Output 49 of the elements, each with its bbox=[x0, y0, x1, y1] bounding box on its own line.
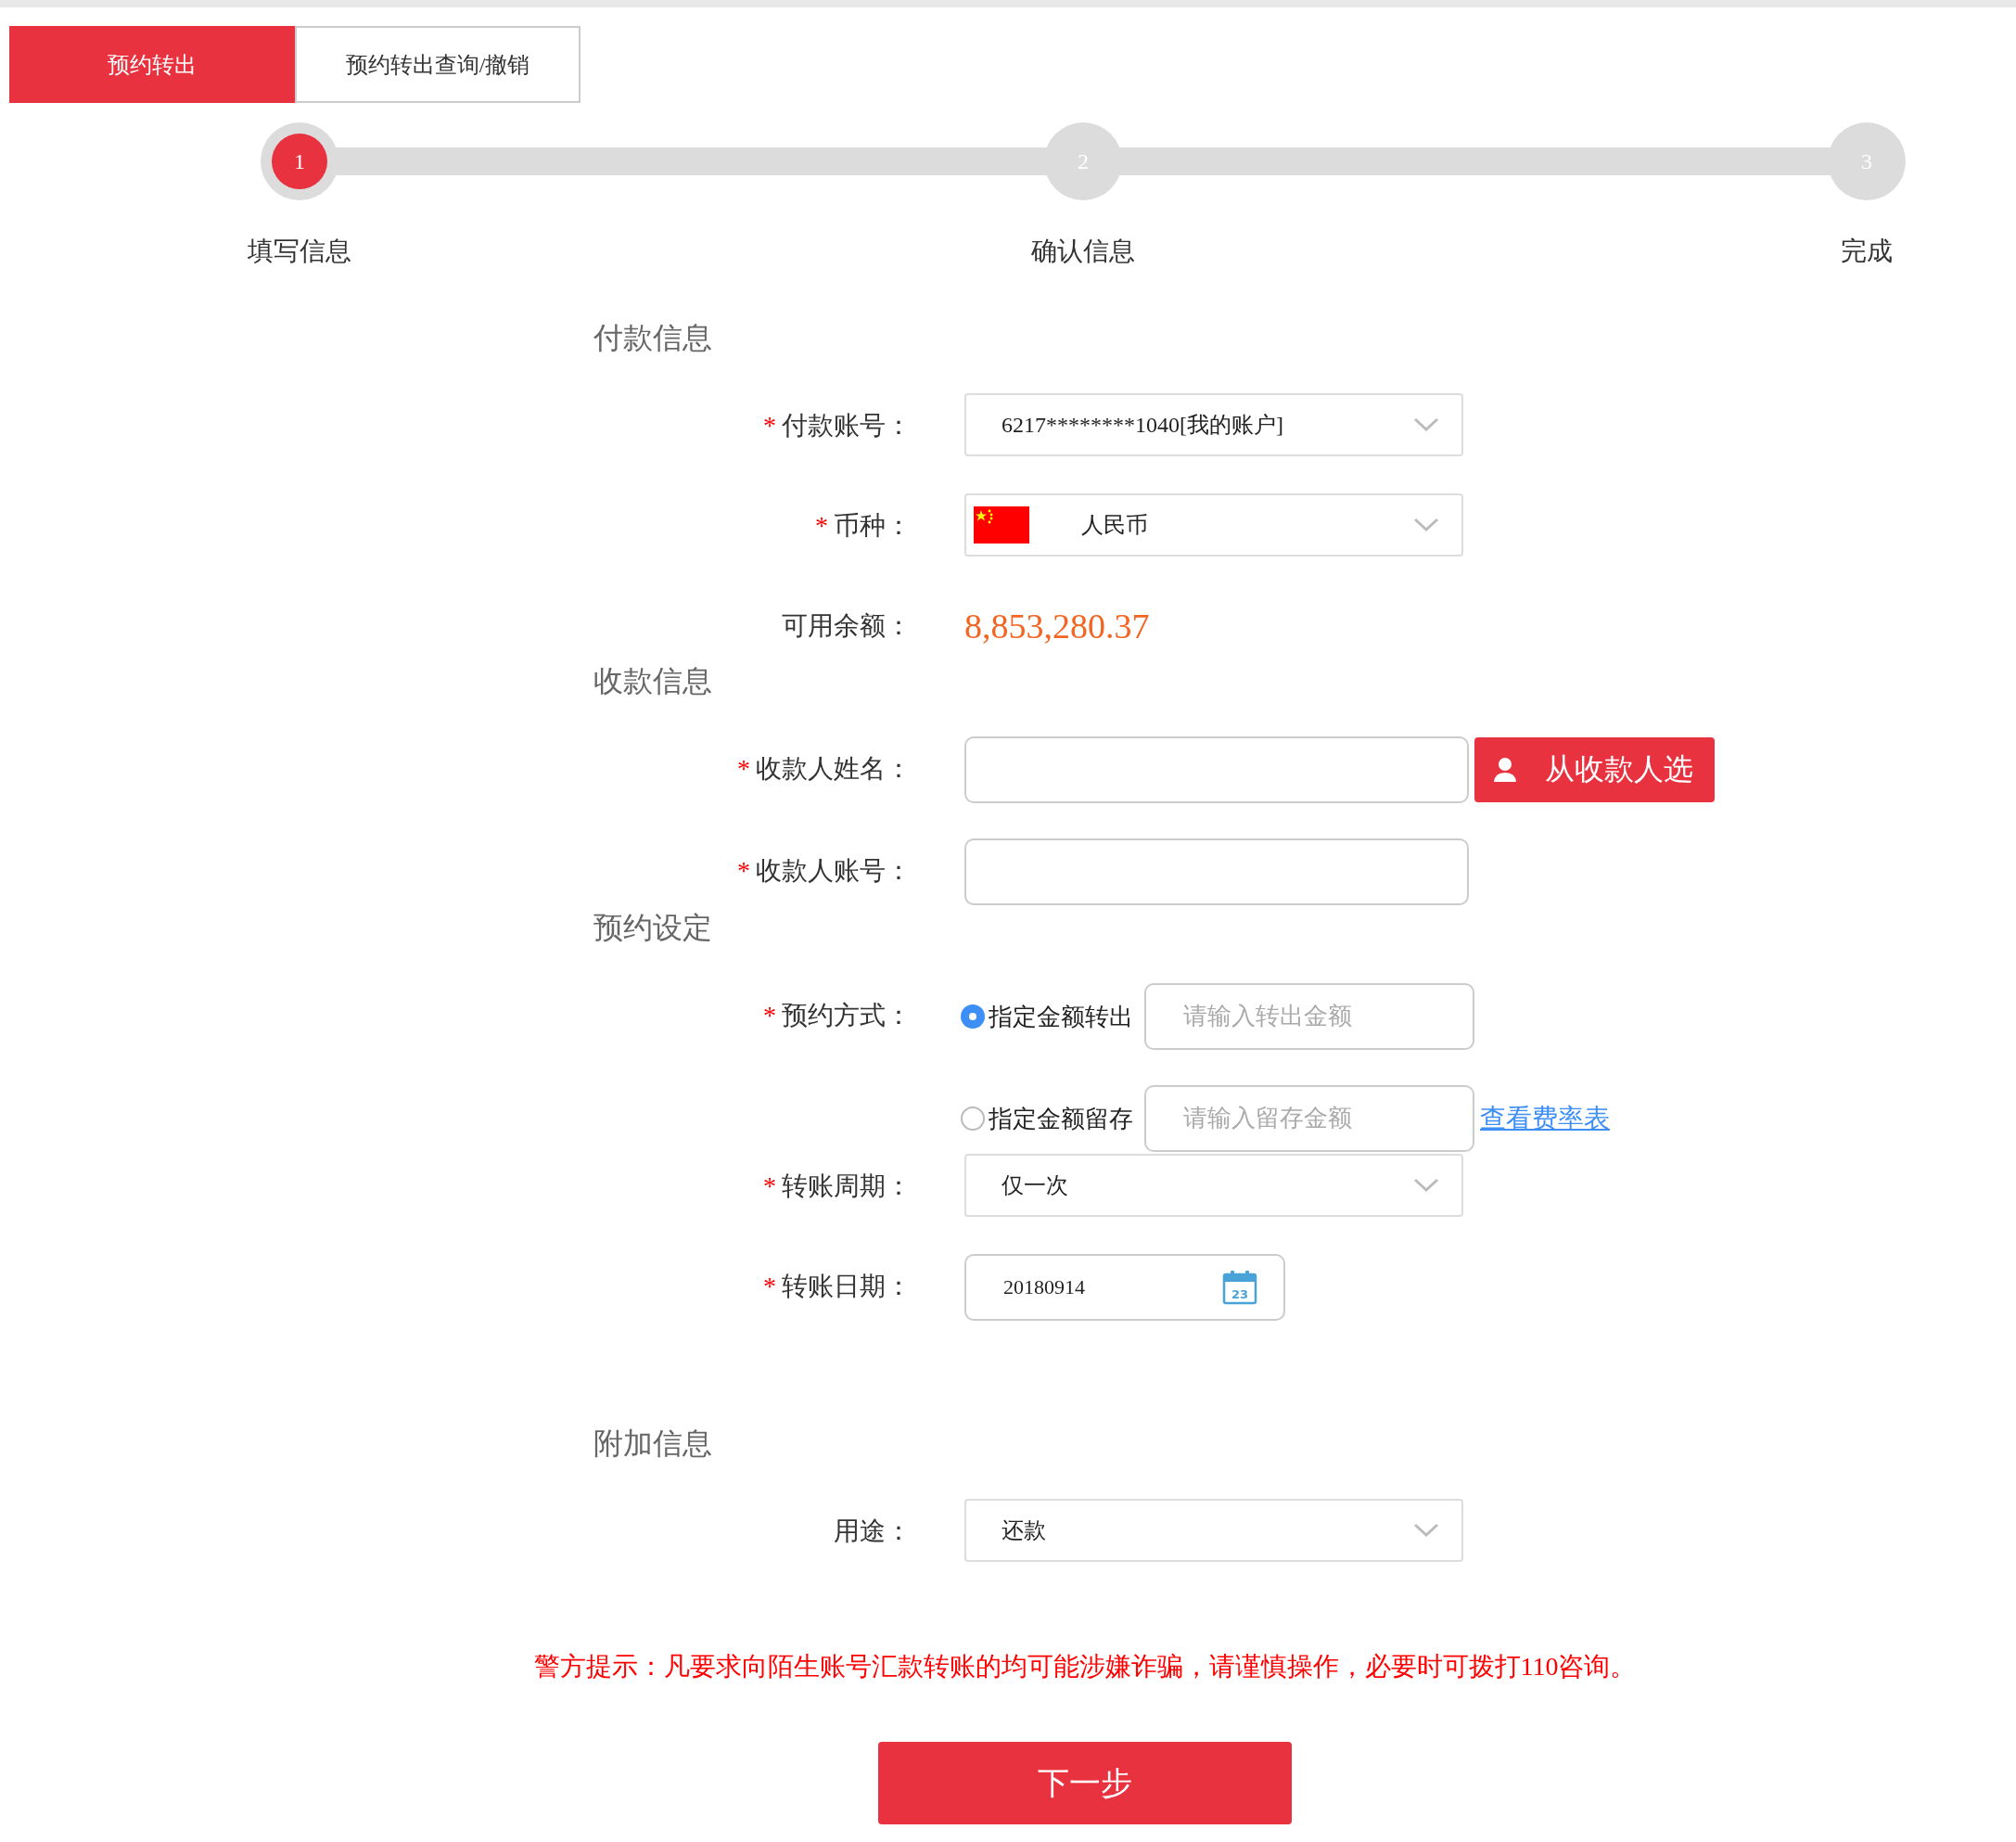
select-field[interactable]: 6217********1040[我的账户] bbox=[964, 393, 1463, 456]
field-label: 付款账号： bbox=[782, 410, 912, 441]
chevron-down-icon bbox=[1413, 1178, 1439, 1193]
required-mark: * bbox=[763, 1001, 776, 1030]
step-number: 1 bbox=[272, 134, 327, 189]
field-label: 收款人账号： bbox=[756, 855, 912, 887]
chevron-down-icon bbox=[1413, 1523, 1439, 1538]
radio-label: 指定金额转出 bbox=[989, 1002, 1133, 1032]
user-icon bbox=[1493, 757, 1517, 783]
text-input-field[interactable] bbox=[964, 736, 1469, 803]
required-mark: * bbox=[763, 411, 776, 441]
balance-amount: 8,853,280.37 bbox=[964, 606, 1151, 647]
field-label: 可用余额： bbox=[782, 610, 912, 642]
warning-text: 警方提示：凡要求向陌生账号汇款转账的均可能涉嫌诈骗，请谨慎操作，必要时可拨打110咨询。 bbox=[532, 1651, 1638, 1682]
section-title: 预约设定 bbox=[593, 910, 713, 946]
radio-button[interactable] bbox=[961, 1004, 985, 1029]
step-label: 完成 bbox=[1841, 236, 1893, 267]
text-input-field[interactable] bbox=[964, 838, 1469, 905]
field-label: 预约方式： bbox=[782, 1000, 912, 1031]
date-field[interactable]: 20180914 23 bbox=[964, 1254, 1285, 1321]
field-label: 币种： bbox=[834, 510, 912, 542]
chevron-down-icon bbox=[1413, 518, 1439, 532]
field-label: 收款人姓名： bbox=[756, 753, 912, 785]
required-mark: * bbox=[815, 511, 828, 541]
step-label: 填写信息 bbox=[248, 236, 351, 267]
section-title: 收款信息 bbox=[593, 663, 713, 699]
flag-icon bbox=[974, 506, 1029, 544]
field-label: 用途： bbox=[834, 1516, 912, 1547]
chevron-down-icon bbox=[1413, 417, 1439, 432]
required-mark: * bbox=[737, 856, 750, 886]
next-button[interactable]: 下一步 bbox=[878, 1742, 1292, 1824]
pick-payee-button[interactable]: 从收款人选 bbox=[1474, 737, 1715, 802]
tab[interactable]: 预约转出 bbox=[9, 26, 295, 103]
field-label: 转账日期： bbox=[782, 1271, 912, 1302]
amount-input-field[interactable]: 请输入转出金额 bbox=[1144, 983, 1474, 1050]
radio-button[interactable] bbox=[961, 1106, 985, 1131]
amount-input-field[interactable]: 请输入留存金额 bbox=[1144, 1085, 1474, 1152]
select-field[interactable]: 还款 bbox=[964, 1499, 1463, 1562]
field-label: 转账周期： bbox=[782, 1170, 912, 1202]
radio-label: 指定金额留存 bbox=[989, 1104, 1133, 1134]
section-title: 付款信息 bbox=[593, 320, 713, 356]
section-title: 附加信息 bbox=[593, 1426, 713, 1462]
tab[interactable]: 预约转出查询/撤销 bbox=[295, 26, 581, 103]
required-mark: * bbox=[763, 1272, 776, 1301]
required-mark: * bbox=[737, 754, 750, 784]
step-label: 确认信息 bbox=[1031, 236, 1135, 267]
currency-select[interactable]: 人民币 bbox=[964, 493, 1463, 556]
select-field[interactable]: 仅一次 bbox=[964, 1154, 1463, 1217]
required-mark: * bbox=[763, 1171, 776, 1201]
